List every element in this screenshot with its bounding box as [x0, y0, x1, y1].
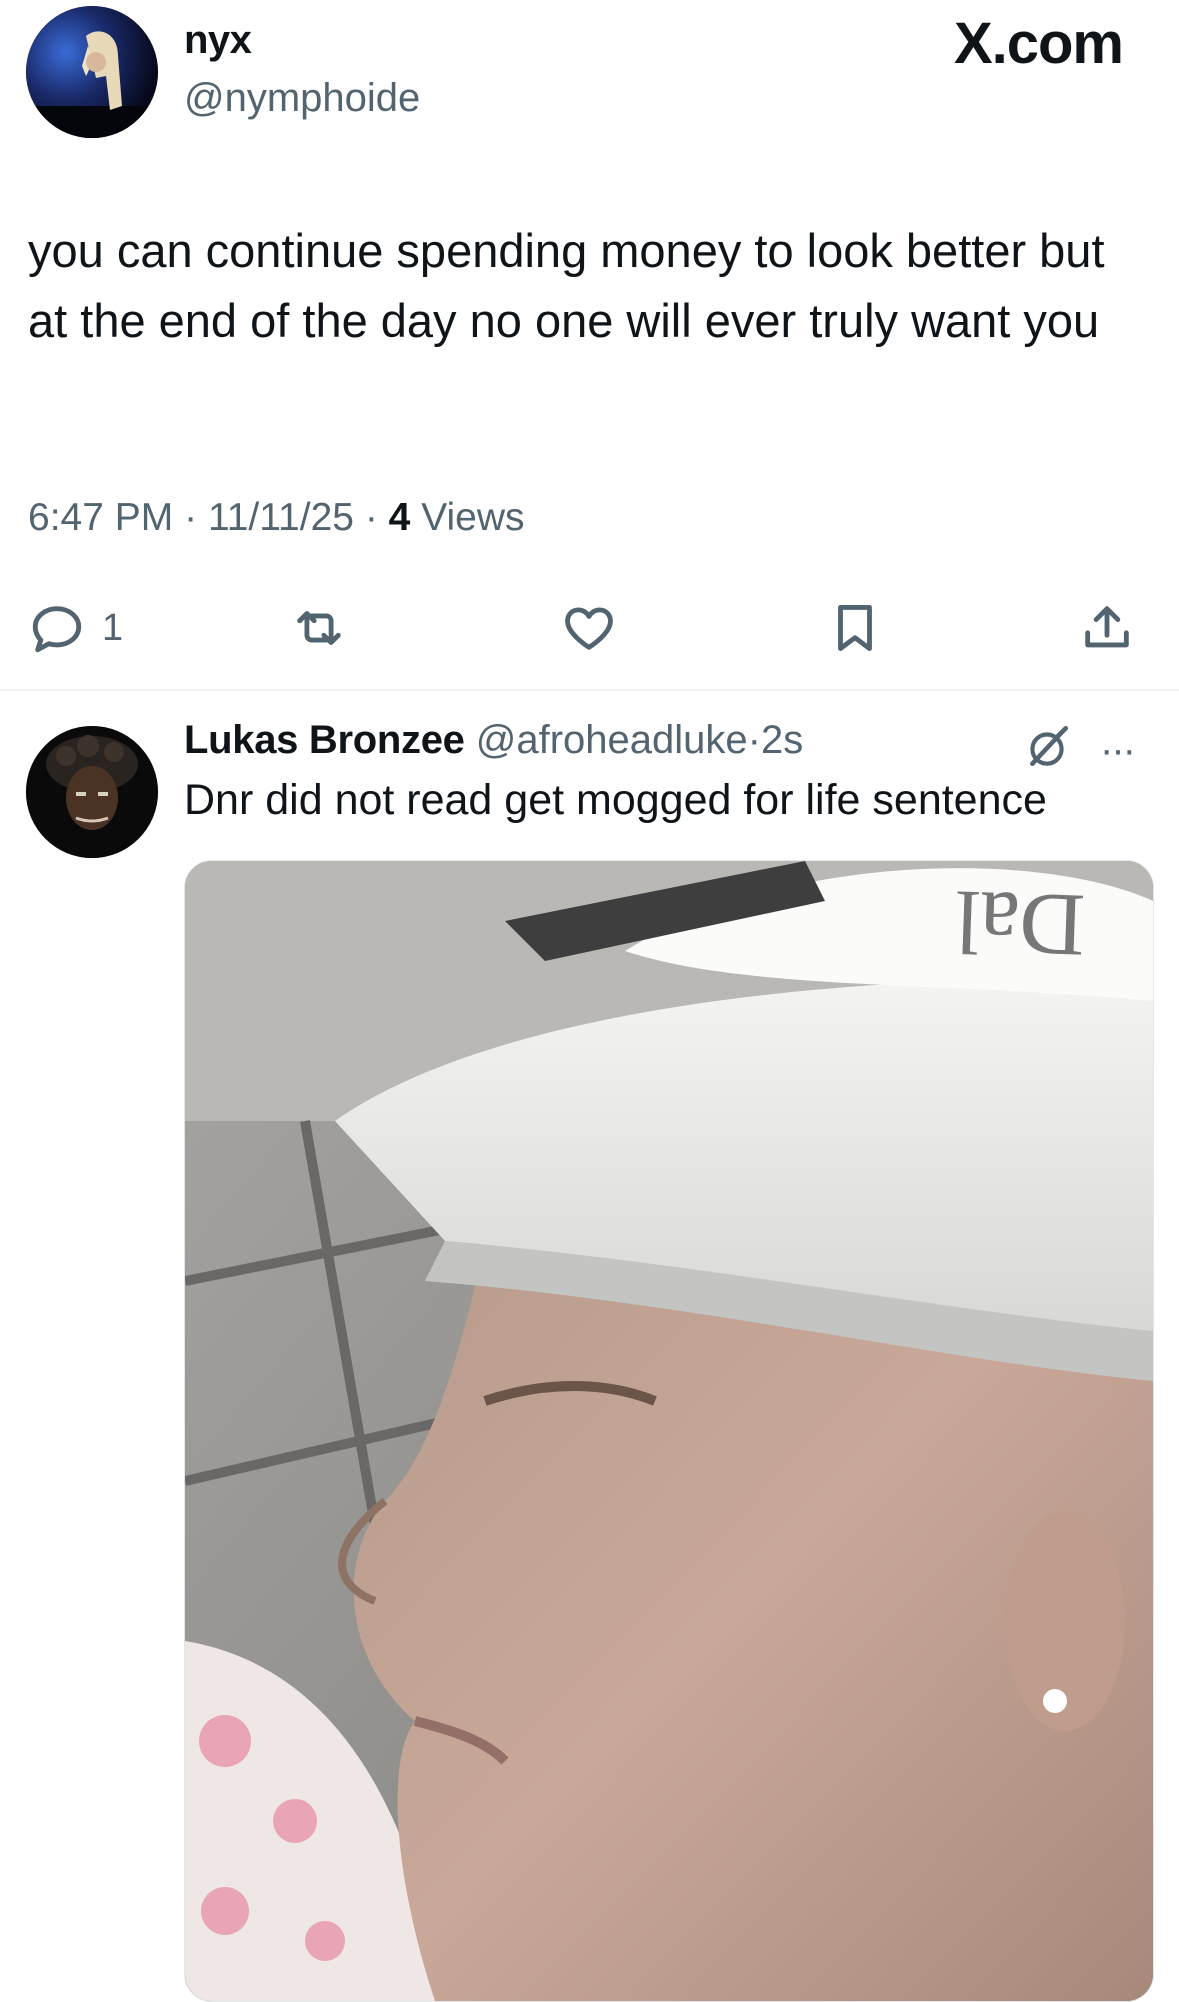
author-handle[interactable]: @nymphoide [184, 76, 420, 121]
bookmark-icon [838, 605, 872, 651]
reply-author-avatar[interactable] [26, 726, 158, 858]
divider [0, 689, 1179, 691]
more-dots-icon[interactable]: ··· [1100, 728, 1136, 773]
author-name[interactable]: nyx [184, 18, 252, 63]
author-avatar[interactable] [26, 6, 158, 138]
views-count: 4 [388, 496, 411, 539]
speech-bubble-icon [32, 606, 82, 653]
share-button[interactable] [1078, 598, 1136, 658]
tweet-meta: 6:47 PM · 11/11/25 · 4 Views [28, 496, 525, 540]
reply-text: Dnr did not read get mogged for life sen… [184, 776, 1047, 824]
x-logo: X.com [953, 11, 1124, 76]
reply-button[interactable]: 1 [28, 598, 123, 658]
retweet-icon [297, 611, 341, 645]
tweet-date[interactable]: 11/11/25 [208, 496, 354, 539]
share-upload-icon [1085, 606, 1129, 648]
retweet-button[interactable] [290, 598, 348, 658]
heart-icon [565, 607, 613, 650]
reply-header: Lukas Bronzee @afroheadluke·2s [184, 718, 803, 763]
meta-separator: · [364, 496, 378, 539]
reply-separator: · [747, 718, 761, 762]
reply-photo[interactable]: Dal [184, 860, 1154, 2002]
reply-author-handle[interactable]: @afroheadluke [476, 718, 748, 762]
svg-text:Dal: Dal [953, 871, 1086, 974]
reply-time[interactable]: 2s [761, 718, 803, 762]
grok-slash-icon[interactable] [1022, 722, 1072, 772]
like-button[interactable] [560, 598, 618, 658]
views-label: Views [421, 496, 525, 539]
tweet-text: you can continue spending money to look … [28, 224, 1105, 347]
tweet-time[interactable]: 6:47 PM [28, 496, 173, 539]
reply-count: 1 [102, 606, 124, 649]
reply-author-name[interactable]: Lukas Bronzee [184, 718, 465, 762]
meta-separator: · [184, 496, 198, 539]
bookmark-button[interactable] [826, 598, 884, 658]
